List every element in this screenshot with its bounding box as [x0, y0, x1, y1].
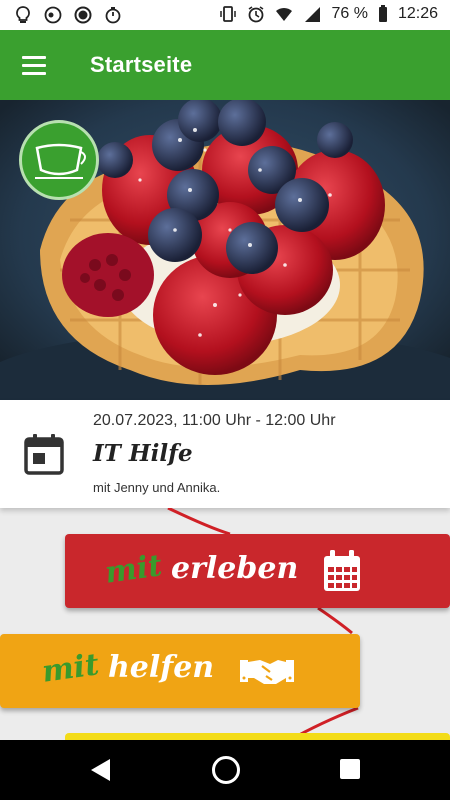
calendar-icon: [24, 434, 64, 475]
calendar-grid-icon: [324, 550, 360, 591]
vibrate-icon: [220, 6, 237, 22]
app-screen: 76 % 12:26 Startseite 20.07.2023, 11:00 …: [0, 0, 450, 800]
helfen-label: helfen: [108, 650, 215, 685]
battery-percent: 76 %: [331, 5, 368, 22]
system-nav-bar: [0, 740, 450, 800]
cafe-logo-icon: [19, 120, 99, 200]
signal-icon: [305, 7, 321, 22]
hamburger-menu-icon[interactable]: [14, 47, 54, 83]
mit-label: mit: [102, 548, 165, 591]
clock: 12:26: [397, 5, 438, 22]
alarm-icon: [249, 6, 264, 23]
app-bar: Startseite: [0, 30, 450, 100]
back-icon[interactable]: [88, 757, 114, 783]
mit-erleben-button[interactable]: mit erleben: [65, 534, 450, 608]
bulb-icon: [16, 6, 30, 23]
event-date-time: 20.07.2023, 11:00 Uhr - 12:00 Uhr: [93, 412, 336, 429]
event-card[interactable]: 20.07.2023, 11:00 Uhr - 12:00 Uhr IT Hil…: [0, 400, 450, 508]
event-subtitle: mit Jenny und Annika.: [93, 480, 221, 495]
mit-helfen-button[interactable]: mit helfen: [0, 634, 360, 708]
wifi-icon: [276, 7, 293, 21]
event-title: IT Hilfe: [93, 440, 193, 467]
record-icon: [44, 6, 62, 24]
recents-icon[interactable]: [340, 759, 360, 779]
battery-icon: [378, 5, 387, 22]
circle-icon: [74, 6, 92, 24]
home-icon[interactable]: [212, 756, 240, 784]
status-bar: 76 % 12:26: [0, 0, 450, 30]
hero-image: [0, 100, 450, 400]
page-title: Startseite: [90, 52, 193, 77]
handshake-icon: [240, 660, 294, 684]
mit-label: mit: [39, 647, 102, 690]
stopwatch-icon: [105, 7, 121, 24]
erleben-label: erleben: [171, 551, 299, 586]
